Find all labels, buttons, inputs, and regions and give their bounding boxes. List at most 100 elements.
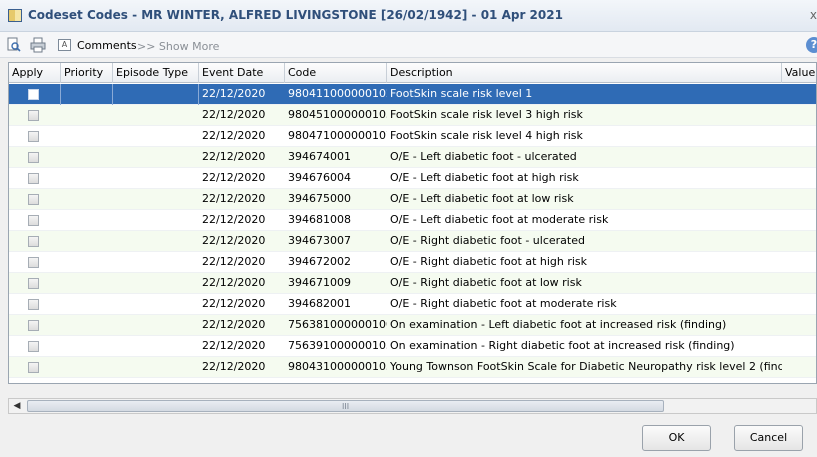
episode-type-cell [113,315,199,336]
event-date-cell: 22/12/2020 [202,171,266,184]
event-date-cell: 22/12/2020 [202,192,266,205]
close-icon[interactable]: x [810,8,817,22]
cancel-button[interactable]: Cancel [734,425,803,451]
code-cell: 394676004 [288,171,351,184]
apply-checkbox[interactable] [28,236,39,247]
apply-checkbox[interactable] [28,194,39,205]
event-date-cell: 22/12/2020 [202,234,266,247]
code-cell: 980451000000103 [288,108,387,121]
event-date-cell: 22/12/2020 [202,255,266,268]
scroll-left-arrow-icon[interactable]: ◀ [11,400,23,412]
table-row[interactable]: 22/12/2020 980411000000102 FootSkin scale … [9,84,816,105]
apply-cell [9,126,61,147]
priority-cell [61,147,113,168]
priority-cell [61,231,113,252]
apply-checkbox[interactable] [28,362,39,373]
table-row[interactable]: 22/12/2020 394672002 O/E - Right diabetic … [9,252,816,273]
apply-cell [9,231,61,252]
table-row[interactable]: 22/12/2020 756381000000100 On examination … [9,315,816,336]
value-cell [782,105,816,126]
priority-cell [61,357,113,378]
apply-checkbox[interactable] [28,299,39,310]
apply-cell [9,210,61,231]
code-cell: 394675000 [288,192,351,205]
column-header-event-date[interactable]: Event Date [199,63,285,83]
window-title: Codeset Codes - MR WINTER, ALFRED LIVING… [28,8,563,22]
event-date-cell: 22/12/2020 [202,360,266,373]
description-cell: O/E - Right diabetic foot at high risk [390,255,588,268]
code-cell: 394671009 [288,276,351,289]
apply-checkbox[interactable] [28,341,39,352]
table-row[interactable]: 22/12/2020 394675000 O/E - Left diabetic f… [9,189,816,210]
table-row[interactable]: 22/12/2020 980431000000105 Young Townson F… [9,357,816,378]
column-header-priority[interactable]: Priority [61,63,113,83]
apply-checkbox[interactable] [28,173,39,184]
table-row[interactable]: 22/12/2020 980451000000103 FootSkin scale … [9,105,816,126]
grid-header: Apply Priority Episode Type Event Date C… [9,63,816,83]
apply-checkbox[interactable] [28,257,39,268]
comments-button[interactable]: A Comments [58,36,137,54]
ok-button[interactable]: OK [642,425,711,451]
column-header-episode-type[interactable]: Episode Type [113,63,199,83]
table-row[interactable]: 22/12/2020 394676004 O/E - Left diabetic f… [9,168,816,189]
print-preview-button[interactable] [6,36,24,54]
table-row[interactable]: 22/12/2020 394673007 O/E - Right diabetic … [9,231,816,252]
event-date-cell: 22/12/2020 [202,213,266,226]
episode-type-cell [113,189,199,210]
apply-checkbox[interactable] [28,320,39,331]
description-cell: O/E - Left diabetic foot at high risk [390,171,579,184]
description-cell: O/E - Left diabetic foot at moderate ris… [390,213,609,226]
column-header-code[interactable]: Code [285,63,387,83]
description-cell: FootSkin scale risk level 3 high risk [390,108,583,121]
apply-cell [9,294,61,315]
printer-icon [30,37,46,53]
description-cell: FootSkin scale risk level 1 [390,87,533,100]
priority-cell [61,105,113,126]
print-button[interactable] [30,36,48,54]
show-more-link[interactable]: >> Show More [137,40,219,53]
priority-cell [61,336,113,357]
apply-checkbox[interactable] [28,89,39,100]
apply-cell [9,147,61,168]
column-header-apply[interactable]: Apply [9,63,61,83]
table-row[interactable]: 22/12/2020 756391000000103 On examination … [9,336,816,357]
apply-checkbox[interactable] [28,110,39,121]
event-date-cell: 22/12/2020 [202,339,266,352]
code-cell: 756391000000103 [288,339,387,352]
description-cell: On examination - Right diabetic foot at … [390,339,735,352]
table-row[interactable]: 22/12/2020 394674001 O/E - Left diabetic f… [9,147,816,168]
code-cell: 394672002 [288,255,351,268]
code-cell: 394673007 [288,234,351,247]
episode-type-cell [113,147,199,168]
help-icon[interactable]: ? [806,37,817,53]
apply-checkbox[interactable] [28,215,39,226]
episode-type-cell [113,336,199,357]
apply-checkbox[interactable] [28,152,39,163]
episode-type-cell [113,357,199,378]
value-cell [782,147,816,168]
value-cell [782,315,816,336]
table-row[interactable]: 22/12/2020 394682001 O/E - Right diabetic … [9,294,816,315]
priority-cell [61,84,113,105]
episode-type-cell [113,84,199,105]
dialog-footer: OK Cancel [0,414,817,457]
priority-cell [61,252,113,273]
apply-checkbox[interactable] [28,131,39,142]
apply-cell [9,273,61,294]
column-header-value[interactable]: Value [782,63,816,83]
priority-cell [61,315,113,336]
value-cell [782,357,816,378]
episode-type-cell [113,210,199,231]
horizontal-scrollbar[interactable]: ◀ III [8,398,817,414]
value-cell [782,231,816,252]
table-row[interactable]: 22/12/2020 394671009 O/E - Right diabetic … [9,273,816,294]
table-row[interactable]: 22/12/2020 980471000000107 FootSkin scale … [9,126,816,147]
table-row[interactable]: 22/12/2020 394681008 O/E - Left diabetic f… [9,210,816,231]
apply-cell [9,168,61,189]
scroll-thumb[interactable]: III [27,400,664,412]
description-cell: O/E - Left diabetic foot at low risk [390,192,574,205]
episode-type-cell [113,294,199,315]
column-header-description[interactable]: Description [387,63,782,83]
priority-cell [61,189,113,210]
apply-checkbox[interactable] [28,278,39,289]
